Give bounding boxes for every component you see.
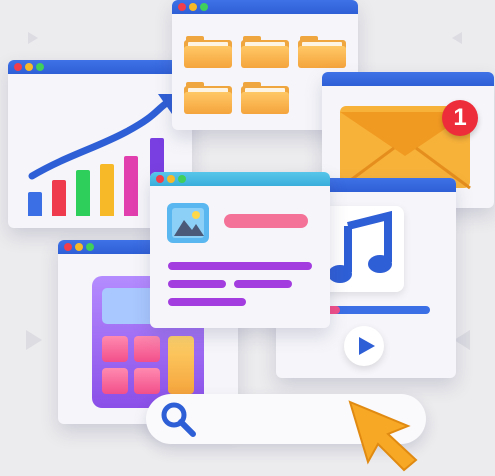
close-dot[interactable] bbox=[178, 3, 186, 11]
maximize-dot[interactable] bbox=[36, 63, 44, 71]
maximize-dot[interactable] bbox=[200, 3, 208, 11]
maximize-dot[interactable] bbox=[86, 243, 94, 251]
heading-placeholder bbox=[224, 214, 308, 228]
calculator-key[interactable] bbox=[102, 368, 128, 394]
text-placeholder bbox=[168, 262, 312, 270]
folder-icon[interactable] bbox=[184, 36, 232, 68]
badge-count: 1 bbox=[453, 104, 467, 131]
decor-triangle bbox=[28, 32, 38, 44]
image-icon bbox=[167, 203, 209, 243]
minimize-dot[interactable] bbox=[25, 63, 33, 71]
calculator-key[interactable] bbox=[134, 368, 160, 394]
decor-triangle bbox=[454, 330, 470, 350]
folder-icon[interactable] bbox=[241, 36, 289, 68]
folder-icon[interactable] bbox=[184, 82, 232, 114]
window-titlebar bbox=[150, 172, 330, 186]
search-icon bbox=[161, 402, 196, 437]
play-icon bbox=[359, 337, 375, 355]
window-titlebar bbox=[322, 72, 494, 86]
decor-triangle bbox=[452, 32, 462, 44]
play-button[interactable] bbox=[344, 326, 384, 366]
progress-track[interactable] bbox=[326, 306, 430, 314]
window-titlebar bbox=[8, 60, 192, 74]
content-window bbox=[150, 172, 330, 328]
close-dot[interactable] bbox=[14, 63, 22, 71]
notification-badge: 1 bbox=[442, 100, 478, 136]
text-placeholder bbox=[234, 280, 292, 288]
window-titlebar bbox=[172, 0, 358, 14]
text-placeholder bbox=[168, 280, 226, 288]
calculator-key[interactable] bbox=[134, 336, 160, 362]
close-dot[interactable] bbox=[156, 175, 164, 183]
calculator-key[interactable] bbox=[168, 336, 194, 394]
close-dot[interactable] bbox=[64, 243, 72, 251]
minimize-dot[interactable] bbox=[75, 243, 83, 251]
maximize-dot[interactable] bbox=[178, 175, 186, 183]
folder-icon[interactable] bbox=[241, 82, 289, 114]
calculator-key[interactable] bbox=[102, 336, 128, 362]
minimize-dot[interactable] bbox=[189, 3, 197, 11]
minimize-dot[interactable] bbox=[167, 175, 175, 183]
text-placeholder bbox=[168, 298, 246, 306]
folder-icon[interactable] bbox=[298, 36, 346, 68]
decor-triangle bbox=[26, 330, 42, 350]
cursor-icon bbox=[348, 400, 418, 472]
